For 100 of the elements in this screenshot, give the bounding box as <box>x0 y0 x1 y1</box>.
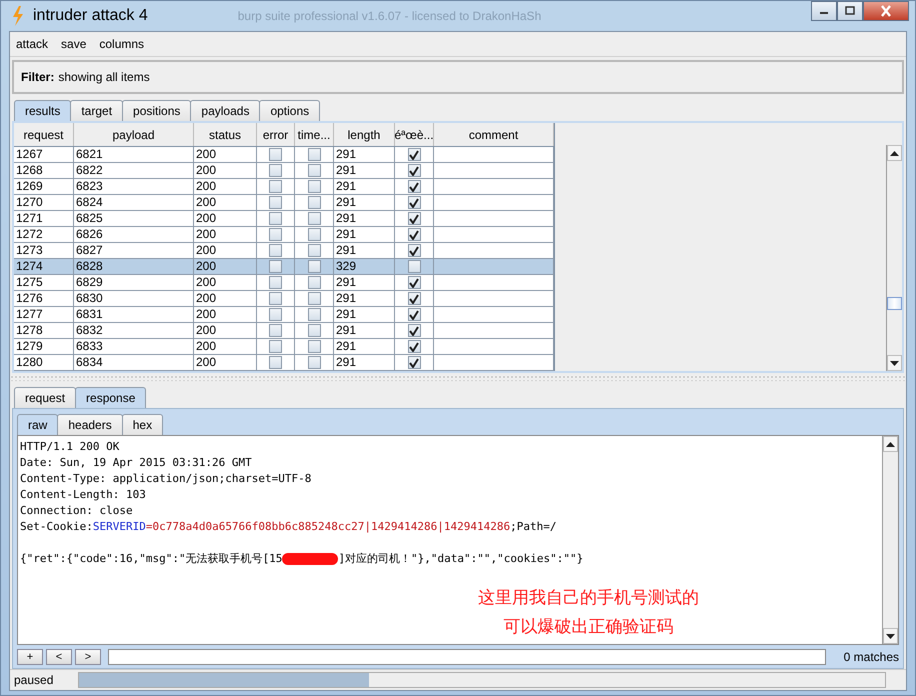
table-cell: 1280 <box>14 355 74 370</box>
table-cell: 291 <box>334 275 395 290</box>
table-cell: 200 <box>194 355 257 370</box>
column-header[interactable]: time... <box>295 123 334 146</box>
response-line: Content-Length: 103 <box>20 487 147 503</box>
checkbox[interactable] <box>308 308 320 321</box>
tab[interactable]: raw <box>17 414 58 435</box>
checkbox[interactable] <box>269 356 282 369</box>
filter-bar[interactable]: Filter: showing all items <box>12 60 904 94</box>
scroll-thumb[interactable] <box>887 297 902 310</box>
maximize-button[interactable] <box>837 1 863 21</box>
table-cell: 291 <box>334 307 395 322</box>
close-button[interactable] <box>863 1 909 21</box>
tab[interactable]: headers <box>57 414 123 435</box>
table-cell: 200 <box>194 307 257 322</box>
column-header[interactable]: comment <box>434 123 554 146</box>
checkbox[interactable] <box>408 196 420 209</box>
table-cell: 291 <box>334 355 395 370</box>
checkbox[interactable] <box>408 260 420 273</box>
checkbox[interactable] <box>408 356 420 369</box>
checkbox[interactable] <box>269 244 282 257</box>
menu-item[interactable]: attack <box>16 37 48 51</box>
table-cell: 329 <box>334 259 395 274</box>
checkbox[interactable] <box>308 356 320 369</box>
scroll-down-icon[interactable] <box>886 634 895 638</box>
menu-item[interactable]: columns <box>99 37 144 51</box>
table-cell: 1277 <box>14 307 74 322</box>
checkbox[interactable] <box>408 340 420 353</box>
response-line: Connection: close <box>20 503 134 519</box>
table-cell: 291 <box>334 243 395 258</box>
column-header[interactable]: request <box>14 123 74 146</box>
search-field[interactable] <box>108 649 826 665</box>
tab[interactable]: options <box>259 100 320 121</box>
scroll-up-icon[interactable] <box>890 150 899 156</box>
checkbox[interactable] <box>308 164 320 177</box>
redaction-mark <box>282 553 338 565</box>
table-cell: 6823 <box>74 179 194 194</box>
checkbox[interactable] <box>269 228 282 241</box>
checkbox[interactable] <box>269 292 282 305</box>
column-header[interactable]: error <box>257 123 295 146</box>
minimize-button[interactable] <box>811 1 837 21</box>
column-header[interactable]: status <box>194 123 257 146</box>
checkbox[interactable] <box>269 340 282 353</box>
checkbox[interactable] <box>408 308 420 321</box>
tab[interactable]: target <box>70 100 124 121</box>
checkbox[interactable] <box>308 180 320 193</box>
checkbox[interactable] <box>269 276 282 289</box>
checkbox[interactable] <box>408 292 420 305</box>
checkbox[interactable] <box>308 244 320 257</box>
tab[interactable]: positions <box>122 100 192 121</box>
table-cell: 6834 <box>74 355 194 370</box>
table-cell: 291 <box>334 227 395 242</box>
checkbox[interactable] <box>269 196 282 209</box>
scroll-up-icon[interactable] <box>886 442 895 446</box>
checkbox[interactable] <box>308 228 320 241</box>
search-nav-button[interactable]: + <box>17 649 43 665</box>
scrollbar[interactable] <box>886 145 902 371</box>
table-cell: 200 <box>194 259 257 274</box>
menu-item[interactable]: save <box>61 37 86 51</box>
table-cell: 6826 <box>74 227 194 242</box>
checkbox[interactable] <box>308 212 320 225</box>
checkbox[interactable] <box>308 292 320 305</box>
column-header[interactable]: length <box>334 123 395 146</box>
table-cell: 1267 <box>14 147 74 162</box>
checkbox[interactable] <box>308 340 320 353</box>
checkbox[interactable] <box>269 212 282 225</box>
checkbox[interactable] <box>308 196 320 209</box>
annotation-text: 可以爆破出正确验证码 <box>504 616 674 638</box>
search-nav-button[interactable]: > <box>75 649 101 665</box>
checkbox[interactable] <box>408 148 420 161</box>
checkbox[interactable] <box>269 164 282 177</box>
scrollbar[interactable] <box>882 436 898 644</box>
checkbox[interactable] <box>408 228 420 241</box>
checkbox[interactable] <box>408 276 420 289</box>
search-nav-button[interactable]: < <box>46 649 72 665</box>
checkbox[interactable] <box>269 260 282 273</box>
tab[interactable]: request <box>14 387 76 408</box>
table-cell: 291 <box>334 211 395 226</box>
column-header[interactable]: éªœè... <box>395 123 434 146</box>
checkbox[interactable] <box>408 324 420 337</box>
tab[interactable]: hex <box>122 414 164 435</box>
checkbox[interactable] <box>408 164 420 177</box>
checkbox[interactable] <box>408 244 420 257</box>
checkbox[interactable] <box>308 148 320 161</box>
checkbox[interactable] <box>269 180 282 193</box>
tab[interactable]: payloads <box>190 100 260 121</box>
checkbox[interactable] <box>308 260 320 273</box>
checkbox[interactable] <box>308 276 320 289</box>
scroll-down-icon[interactable] <box>890 360 899 366</box>
checkbox[interactable] <box>408 180 420 193</box>
checkbox[interactable] <box>269 324 282 337</box>
tab[interactable]: response <box>75 387 146 408</box>
checkbox[interactable] <box>269 148 282 161</box>
checkbox[interactable] <box>408 212 420 225</box>
checkbox[interactable] <box>308 324 320 337</box>
table-cell: 1268 <box>14 163 74 178</box>
checkbox[interactable] <box>269 308 282 321</box>
column-header[interactable]: payload <box>74 123 194 146</box>
table-cell: 6830 <box>74 291 194 306</box>
tab[interactable]: results <box>14 100 72 121</box>
